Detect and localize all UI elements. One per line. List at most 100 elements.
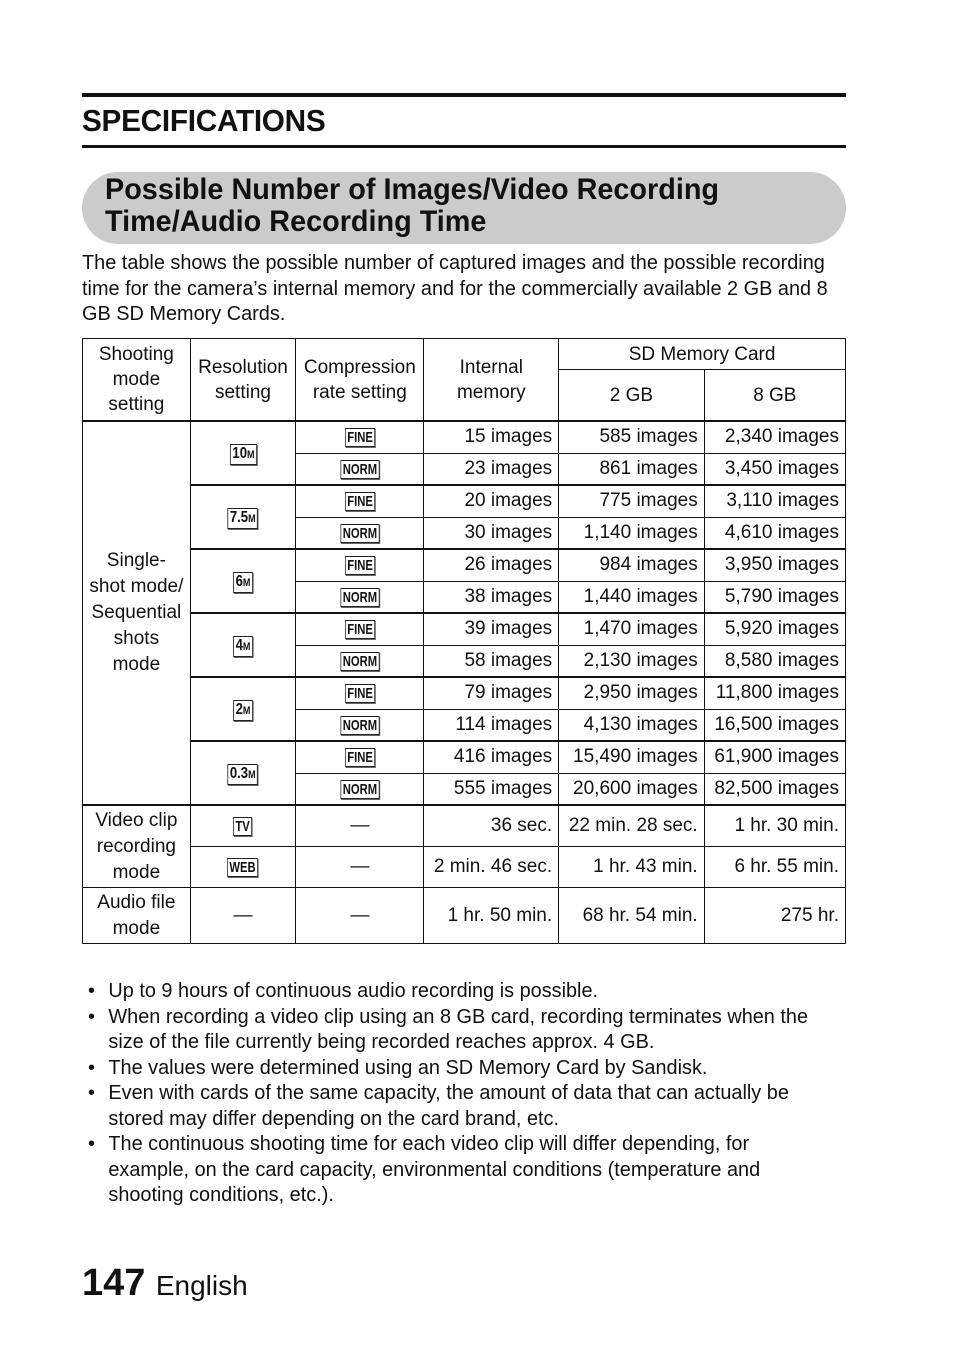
note-item: • Up to 9 hours of continuous audio recor… [88,978,835,1004]
web-resolution-icon: WEB [227,858,259,877]
internal-cell: 36 sec. [423,804,560,847]
table-row: 0.3M FINE 416 images 15,490 images 61,900 im… [83,740,847,806]
fine-quality-icon: FINE [344,748,375,768]
internal-cell: 1 hr. 50 min. [423,887,560,944]
sd-8gb-cell: 275 hr. [703,887,847,944]
fine-quality-icon: FINE [344,684,375,704]
compression-cell: FINE [295,612,425,646]
image-rows: Single-shot mode/ Sequential shots mode 1… [82,420,847,806]
resolution-icon: 10M [229,443,257,465]
resolution-value: 2 [235,700,243,718]
header-internal-memory: Internal memory [423,338,560,422]
normal-quality-icon: NORM [340,587,380,607]
table-row: 4M FINE 39 images 1,470 images 5,920 images [83,612,847,678]
compression-cell: NORM [295,644,425,678]
internal-cell: 20 images [423,484,560,518]
internal-cell: 114 images [423,708,560,742]
compression-cell: NORM [295,516,425,550]
table-row: 6M FINE 26 images 984 images 3,950 images [83,548,847,614]
normal-quality-icon: NORM [340,459,380,479]
note-text: The values were determined using an SD M… [108,1055,708,1079]
sd-8gb-cell: 8,580 images [703,644,847,678]
sd-2gb-cell: 20,600 images [558,772,705,806]
internal-cell: 15 images [423,420,560,454]
video-rows: Video clip recording mode TV — 36 sec. 2… [82,804,847,888]
compression-cell: FINE [295,676,425,710]
sd-8gb-cell: 4,610 images [703,516,847,550]
resolution-icon: 7.5M [227,507,259,529]
sd-2gb-cell: 1,140 images [558,516,705,550]
internal-cell: 23 images [423,452,560,486]
sd-2gb-cell: 15,490 images [558,740,705,774]
bullet-icon: • [88,1081,95,1104]
resolution-icon: 6M [233,571,253,593]
section-title: SPECIFICATIONS [82,103,326,138]
fine-quality-icon: FINE [344,620,375,640]
internal-cell: 416 images [423,740,560,774]
bullet-icon: • [88,1004,95,1028]
bullet-icon: • [88,1055,95,1079]
video-mode-label: Video clip recording mode [82,804,191,888]
heading-line-1: Possible Number of Images/Video Recordin… [105,173,720,206]
sd-2gb-cell: 1,470 images [558,612,705,646]
sd-2gb-cell: 68 hr. 54 min. [558,887,705,944]
note-item: • When recording a video clip using an 8 … [88,1004,835,1055]
internal-cell: 39 images [423,612,560,646]
compression-cell: — [295,846,425,888]
table-row: 7.5M FINE 20 images 775 images 3,110 images [83,484,847,550]
sd-8gb-cell: 3,450 images [703,452,847,486]
resolution-unit: M [242,704,251,717]
sd-2gb-cell: 861 images [558,452,705,486]
resolution-cell: WEB [189,846,297,888]
sd-8gb-cell: 11,800 images [703,676,847,710]
sd-8gb-cell: 82,500 images [703,772,847,806]
page-heading: Possible Number of Images/Video Recordin… [105,174,719,238]
resolution-cell: 4M [189,612,297,678]
resolution-cell: 6M [189,548,297,614]
sd-8gb-cell: 1 hr. 30 min. [703,804,847,847]
resolution-unit: M [246,448,255,461]
header-compression: Compression rate setting [295,338,425,422]
sd-8gb-cell: 5,790 images [703,580,847,614]
tv-resolution-icon: TV [233,817,253,836]
compression-cell: NORM [295,708,425,742]
compression-cell: FINE [295,740,425,774]
sd-2gb-cell: 585 images [558,420,705,454]
bullet-icon: • [88,979,95,1002]
header-shooting-mode: Shooting mode setting [82,338,191,422]
compression-cell: FINE [295,548,425,582]
sd-8gb-cell: 3,110 images [703,484,847,518]
resolution-cell: 10M [189,420,297,486]
page-footer: 147 English [82,1262,248,1305]
resolution-cell: TV [189,804,297,847]
sd-2gb-cell: 2,130 images [558,644,705,678]
table-row: WEB — 2 min. 46 sec. 1 hr. 43 min. 6 hr.… [83,846,847,888]
internal-cell: 30 images [423,516,560,550]
table-row: Single-shot mode/ Sequential shots mode 1… [82,420,847,806]
resolution-icon: 2M [233,699,253,721]
fine-quality-icon: FINE [344,556,375,576]
sd-8gb-cell: 6 hr. 55 min. [703,846,847,888]
header-8gb: 8 GB [703,369,847,422]
audio-mode-label: Audio file mode [82,887,191,944]
note-text: Even with cards of the same capacity, th… [108,1081,789,1130]
internal-cell: 2 min. 46 sec. [423,846,560,888]
sd-2gb-cell: 2,950 images [558,676,705,710]
page-language: English [155,1270,248,1301]
resolution-unit: M [248,512,256,525]
note-item: • The values were determined using an SD … [88,1055,835,1081]
normal-quality-icon: NORM [340,779,380,799]
fine-quality-icon: FINE [344,492,375,512]
internal-cell: 555 images [423,772,560,806]
sd-8gb-cell: 61,900 images [703,740,847,774]
internal-cell: 58 images [423,644,560,678]
sd-2gb-cell: 984 images [558,548,705,582]
normal-quality-icon: NORM [340,715,380,735]
intro-paragraph: The table shows the possible number of c… [82,251,828,325]
normal-quality-icon: NORM [340,523,380,543]
header-resolution: Resolution setting [189,338,297,422]
sd-2gb-cell: 1,440 images [558,580,705,614]
sd-8gb-cell: 5,920 images [703,612,847,646]
sd-2gb-cell: 1 hr. 43 min. [558,846,705,888]
resolution-cell: 0.3M [189,740,297,806]
